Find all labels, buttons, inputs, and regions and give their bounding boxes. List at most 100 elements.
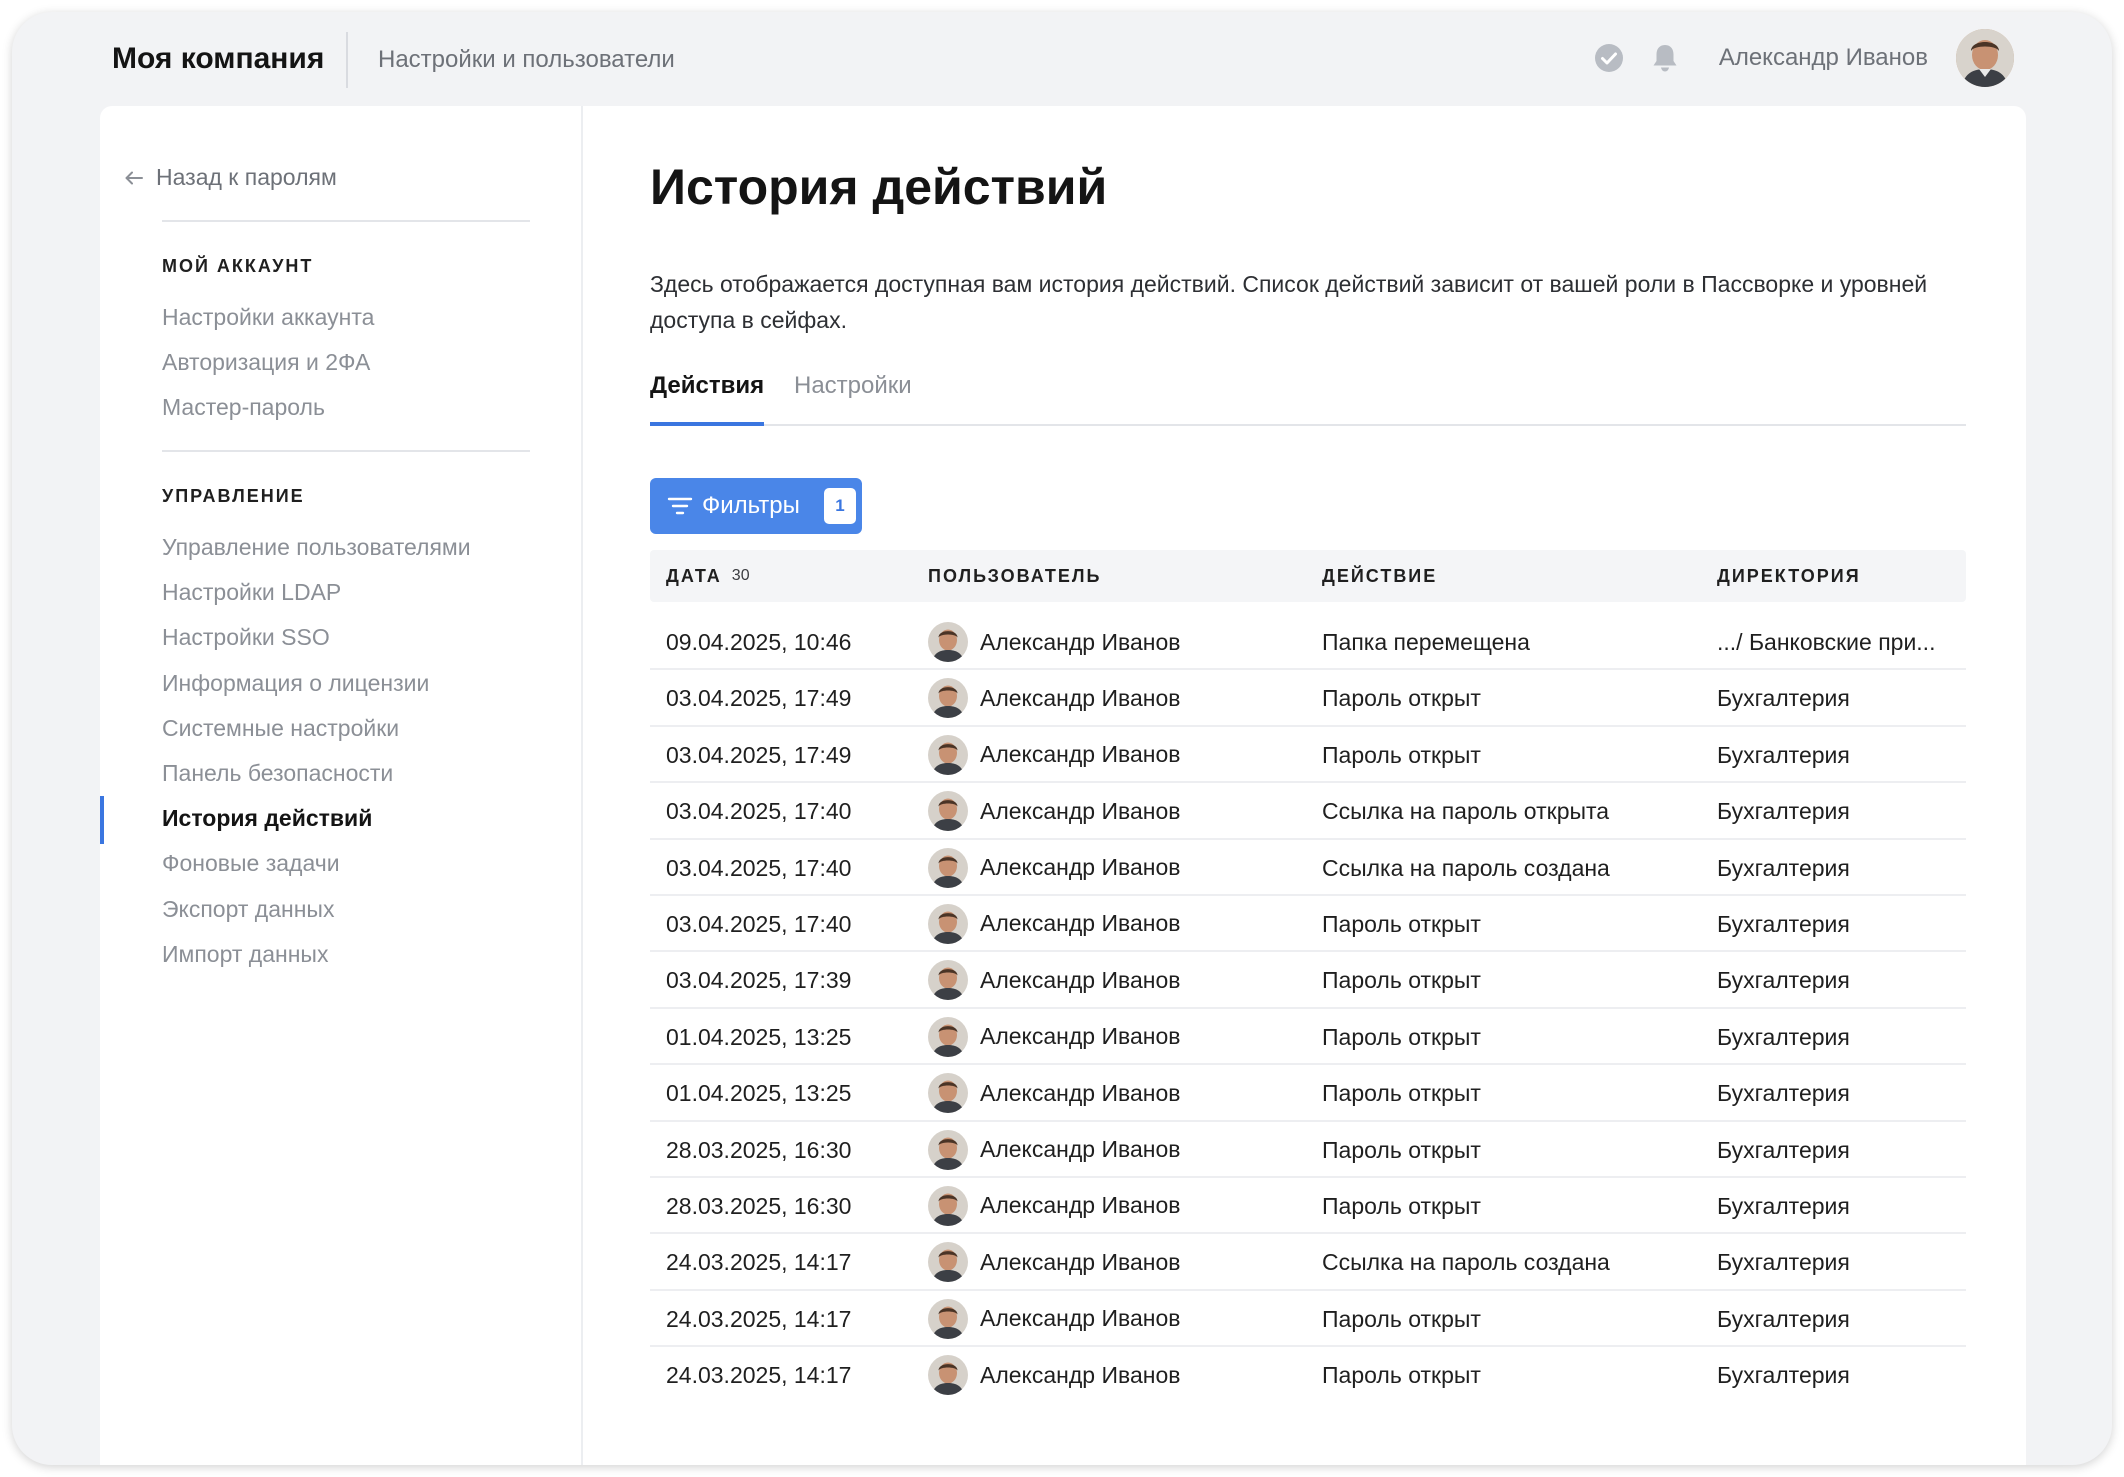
sidebar-item-activity-history[interactable]: История действий	[162, 805, 372, 832]
user-avatar-small	[928, 1242, 968, 1283]
column-directory[interactable]: ДИРЕКТОРИЯ	[1717, 566, 1861, 587]
row-date: 03.04.2025, 17:49	[666, 741, 852, 768]
tab-actions[interactable]: Действия	[650, 372, 764, 424]
row-directory: Бухгалтерия	[1717, 741, 1850, 768]
table-body: 09.04.2025, 10:46 Александр Иванов Папка…	[650, 614, 1966, 1403]
section-title: Настройки и пользователи	[378, 46, 675, 73]
table-row[interactable]: 01.04.2025, 13:25 Александр Иванов Парол…	[650, 1065, 1966, 1122]
row-directory: Бухгалтерия	[1717, 1136, 1850, 1163]
row-user-name: Александр Иванов	[980, 1248, 1181, 1275]
sidebar-item-license[interactable]: Информация о лицензии	[162, 670, 429, 697]
check-circle-icon[interactable]	[1589, 38, 1629, 78]
column-user[interactable]: ПОЛЬЗОВАТЕЛЬ	[928, 566, 1101, 587]
sidebar-divider	[162, 220, 530, 222]
row-user: Александр Иванов	[928, 1298, 1180, 1339]
row-action: Пароль открыт	[1322, 1080, 1481, 1107]
sidebar-item-ldap[interactable]: Настройки LDAP	[162, 579, 341, 606]
filters-button[interactable]: Фильтры 1	[650, 478, 862, 534]
column-action[interactable]: ДЕЙСТВИЕ	[1322, 566, 1437, 587]
sidebar-heading-account: МОЙ АККАУНТ	[162, 256, 314, 276]
table-header: ДАТА 30 ПОЛЬЗОВАТЕЛЬ ДЕЙСТВИЕ ДИРЕКТОРИЯ	[650, 550, 1966, 602]
table-row[interactable]: 03.04.2025, 17:49 Александр Иванов Парол…	[650, 670, 1966, 727]
row-user-name: Александр Иванов	[980, 741, 1181, 768]
row-date: 24.03.2025, 14:17	[666, 1249, 852, 1276]
row-date: 24.03.2025, 14:17	[666, 1305, 852, 1332]
current-user-name[interactable]: Александр Иванов	[1719, 44, 1928, 72]
table-row[interactable]: 28.03.2025, 16:30 Александр Иванов Парол…	[650, 1122, 1966, 1178]
row-user: Александр Иванов	[928, 1016, 1180, 1057]
row-user-name: Александр Иванов	[980, 1192, 1181, 1219]
table-row[interactable]: 03.04.2025, 17:40 Александр Иванов Ссылк…	[650, 840, 1966, 896]
tab-settings[interactable]: Настройки	[794, 372, 912, 424]
row-user: Александр Иванов	[928, 1242, 1181, 1283]
row-date: 03.04.2025, 17:40	[666, 798, 852, 825]
row-action: Пароль открыт	[1322, 685, 1481, 712]
filters-button-label: Фильтры	[702, 492, 800, 519]
sidebar-item-auth-2fa[interactable]: Авторизация и 2ФА	[162, 349, 370, 376]
row-action: Пароль открыт	[1322, 1023, 1481, 1050]
active-tab-underline	[650, 422, 764, 426]
row-user: Александр Иванов	[928, 847, 1181, 888]
table-row[interactable]: 01.04.2025, 13:25 Александр Иванов Парол…	[650, 1009, 1966, 1066]
row-user: Александр Иванов	[928, 791, 1180, 832]
row-user: Александр Иванов	[928, 1355, 1180, 1396]
sidebar-item-sso[interactable]: Настройки SSO	[162, 624, 330, 651]
table-row[interactable]: 24.03.2025, 14:17 Александр Иванов Ссылк…	[650, 1234, 1966, 1291]
content-area: История действий Здесь отображается дост…	[650, 106, 1966, 1465]
table-row[interactable]: 24.03.2025, 14:17 Александр Иванов Парол…	[650, 1291, 1966, 1348]
main-panel: Назад к паролям МОЙ АККАУНТ Настройки ак…	[100, 106, 2026, 1465]
sidebar-item-master-password[interactable]: Мастер-пароль	[162, 394, 325, 421]
table-row[interactable]: 03.04.2025, 17:40 Александр Иванов Парол…	[650, 896, 1966, 953]
table-row[interactable]: 03.04.2025, 17:49 Александр Иванов Парол…	[650, 727, 1966, 784]
row-date: 09.04.2025, 10:46	[666, 629, 852, 655]
page-description: Здесь отображается доступная вам история…	[650, 271, 1928, 333]
sidebar-item-security-dashboard[interactable]: Панель безопасности	[162, 760, 393, 787]
sidebar-item-data-export[interactable]: Экспорт данных	[162, 896, 334, 923]
sidebar-item-data-import[interactable]: Импорт данных	[162, 941, 328, 968]
table-row[interactable]: 28.03.2025, 16:30 Александр Иванов Парол…	[650, 1178, 1966, 1235]
user-avatar[interactable]	[1956, 29, 2014, 87]
row-user: Александр Иванов	[928, 678, 1180, 719]
filters-count-badge: 1	[824, 488, 856, 524]
row-date: 03.04.2025, 17:40	[666, 910, 852, 937]
company-name[interactable]: Моя компания	[112, 42, 324, 76]
row-date: 01.04.2025, 13:25	[666, 1080, 852, 1107]
row-user-name: Александр Иванов	[980, 966, 1181, 993]
row-directory: .../ Банковские при...	[1717, 629, 1936, 655]
table-row[interactable]: 24.03.2025, 14:17 Александр Иванов Парол…	[650, 1347, 1966, 1403]
column-date[interactable]: ДАТА 30	[666, 566, 750, 587]
row-date: 24.03.2025, 14:17	[666, 1362, 852, 1389]
row-user-name: Александр Иванов	[980, 910, 1181, 937]
table-row[interactable]: 03.04.2025, 17:40 Александр Иванов Ссылк…	[650, 783, 1966, 840]
sidebar-item-system-settings[interactable]: Системные настройки	[162, 715, 399, 742]
user-avatar-small	[928, 960, 968, 1001]
back-to-passwords-link[interactable]: Назад к паролям	[124, 164, 337, 191]
row-user-name: Александр Иванов	[980, 1136, 1181, 1163]
header-actions: Александр Иванов	[1589, 28, 2014, 88]
column-date-label: ДАТА	[666, 566, 722, 586]
table-row[interactable]: 03.04.2025, 17:39 Александр Иванов Парол…	[650, 952, 1966, 1009]
row-action: Ссылка на пароль создана	[1322, 1249, 1610, 1276]
user-avatar-small	[928, 734, 968, 775]
row-user: Александр Иванов	[928, 622, 1180, 662]
sidebar-divider	[162, 450, 530, 452]
sidebar-item-account-settings[interactable]: Настройки аккаунта	[162, 304, 374, 331]
user-avatar-small	[928, 678, 968, 719]
row-user: Александр Иванов	[928, 960, 1181, 1001]
table-row[interactable]: 09.04.2025, 10:46 Александр Иванов Папка…	[650, 614, 1966, 671]
header-divider	[346, 32, 348, 88]
user-avatar-small	[928, 1298, 968, 1339]
row-action: Пароль открыт	[1322, 1136, 1481, 1163]
row-action: Пароль открыт	[1322, 1362, 1481, 1389]
sidebar-item-user-management[interactable]: Управление пользователями	[162, 534, 471, 561]
row-action: Пароль открыт	[1322, 1305, 1481, 1332]
page-title: История действий	[650, 159, 1108, 215]
sidebar-item-background-tasks[interactable]: Фоновые задачи	[162, 850, 340, 877]
row-action: Пароль открыт	[1322, 1192, 1481, 1219]
row-directory: Бухгалтерия	[1717, 967, 1850, 994]
row-directory: Бухгалтерия	[1717, 1023, 1850, 1050]
user-avatar-small	[928, 1016, 968, 1057]
row-user-name: Александр Иванов	[980, 854, 1181, 881]
row-user-name: Александр Иванов	[980, 1079, 1181, 1106]
bell-icon[interactable]	[1645, 38, 1685, 78]
